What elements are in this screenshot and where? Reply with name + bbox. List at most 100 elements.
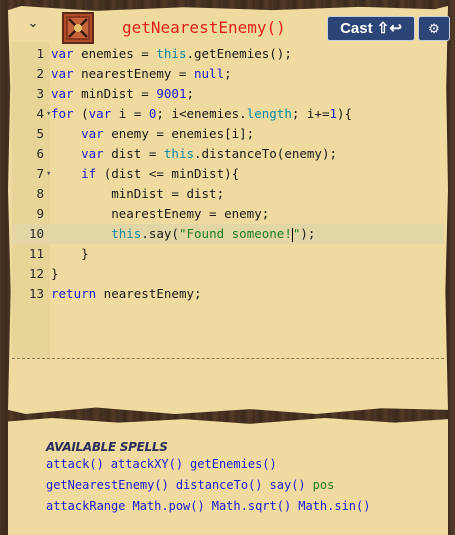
code-token: .say( [141,226,179,241]
gear-icon[interactable]: ⚙ [418,16,450,41]
available-spells-title: AVAILABLE SPELLS [46,440,168,454]
code-token: var [81,146,104,161]
line-number: 8 [36,186,44,201]
code-token: nearestEnemy; [96,286,202,301]
spell-item[interactable]: pos [313,478,335,492]
code-token: var [51,46,74,61]
code-text: if (dist <= minDist){ [51,164,239,184]
code-line[interactable]: 7 ▾ if (dist <= minDist){ [12,164,444,184]
code-token: var [88,106,112,121]
code-token: length [246,106,292,121]
code-token: nearestEnemy = [73,66,194,81]
code-line[interactable]: 6 var dist = this.distanceTo(enemy); [12,144,444,164]
code-line[interactable]: 3 var minDist = 9001; [12,84,444,104]
chevron-down-icon[interactable]: ⌄ [26,16,40,30]
code-token: this [156,46,187,61]
code-line[interactable]: 12} [12,264,444,284]
code-token: this [111,226,142,241]
line-number: 9 [36,206,44,221]
code-line[interactable]: 1 var enemies = this.getEnemies(); [12,44,444,64]
spell-row: attackRange Math.pow() Math.sqrt() Math.sin… [46,496,377,517]
spell-item[interactable]: getEnemies() [190,457,277,471]
code-text: } [51,264,59,284]
line-number: 3 [36,86,44,101]
spell-item[interactable]: Math.sin() [298,499,370,513]
spell-item[interactable]: attack() [46,457,104,471]
spell-item[interactable]: Math.sqrt() [212,499,291,513]
code-token: minDist = [73,86,157,101]
line-number: 2 [36,66,44,81]
spell-row: getNearestEnemy() distanceTo() say() pos [46,475,377,496]
code-token: minDist = dist; [51,186,225,201]
code-token: if [81,166,97,181]
line-number: 4 [36,106,44,121]
code-token: i = [111,106,149,121]
code-line[interactable]: 13 return nearestEnemy; [12,284,444,304]
available-spells: AVAILABLE SPELLS attack() attackXY() getEn… [46,440,377,517]
line-number: 11 [28,246,44,261]
code-token: return [51,286,97,301]
code-line[interactable]: 8 minDist = dist; [12,184,444,204]
spell-item[interactable]: say() [270,478,306,492]
code-token: enemies = [73,46,157,61]
code-text: var nearestEnemy = null; [51,64,232,84]
line-number: 1 [36,46,44,61]
spell-title: getNearestEnemy() [122,18,286,37]
code-token: this [163,146,195,161]
code-token: ; i+= [291,106,330,121]
spell-header: ⌄ getNearestEnemy() Cast ⇧↩ ⚙ [8,6,450,44]
spell-item[interactable]: attackRange [46,499,125,513]
spell-item[interactable]: distanceTo() [176,478,263,492]
code-text: var dist = this.distanceTo(enemy); [51,144,337,164]
code-token: } [51,266,59,281]
crossed-spell-icon [62,12,94,44]
code-token: ); [300,226,316,241]
code-text: var minDist = 9001; [51,84,194,104]
code-token: ){ [337,106,353,121]
code-line[interactable]: 10 this.say("Found someone!"); [12,224,444,244]
code-text: var enemy = enemies[i]; [51,124,254,144]
code-token: enemy = enemies[i]; [103,126,255,141]
code-text: return nearestEnemy; [51,284,202,304]
code-token: dist = [103,146,164,161]
code-editor[interactable]: 1 var enemies = this.getEnemies(); 2 var ne… [12,42,444,359]
spell-item[interactable]: getNearestEnemy() [46,478,169,492]
code-token: .getEnemies(); [186,46,292,61]
code-text: nearestEnemy = enemy; [51,204,269,224]
code-token: ( [73,106,89,121]
code-line[interactable]: 11 } [12,244,444,264]
spell-row: attack() attackXY() getEnemies() [46,454,377,475]
code-token: 9001 [156,86,187,101]
line-number: 13 [28,286,44,301]
code-token: nearestEnemy = enemy; [51,206,270,221]
code-token: for [51,106,74,121]
line-number: 12 [28,266,44,281]
code-token: null [194,66,225,81]
spell-item[interactable]: Math.pow() [132,499,204,513]
line-number: 5 [36,126,44,141]
code-line[interactable]: 5 var enemy = enemies[i]; [12,124,444,144]
code-line[interactable]: 9 nearestEnemy = enemy; [12,204,444,224]
code-token: var [51,66,74,81]
cast-button[interactable]: Cast ⇧↩ [327,16,415,41]
code-token: .distanceTo(enemy); [194,146,338,161]
code-line[interactable]: 4 ▾ for (var i = 0; i<enemies.length; i+=1… [12,104,444,124]
code-text: } [51,244,89,264]
code-text: minDist = dist; [51,184,224,204]
code-text: for (var i = 0; i<enemies.length; i+=1){ [51,104,352,124]
spell-item[interactable]: attackXY() [111,457,183,471]
code-token: ; [186,86,195,101]
code-token: ; i<enemies. [156,106,247,121]
code-line[interactable]: 2 var nearestEnemy = null; [12,64,444,84]
code-token: var [81,126,104,141]
line-number: 10 [28,226,44,241]
code-token: (dist <= minDist){ [96,166,240,181]
code-text: this.say("Found someone!"); [51,224,315,244]
code-token: 1 [329,106,338,121]
code-text: var enemies = this.getEnemies(); [51,44,292,64]
line-number: 6 [36,146,44,161]
